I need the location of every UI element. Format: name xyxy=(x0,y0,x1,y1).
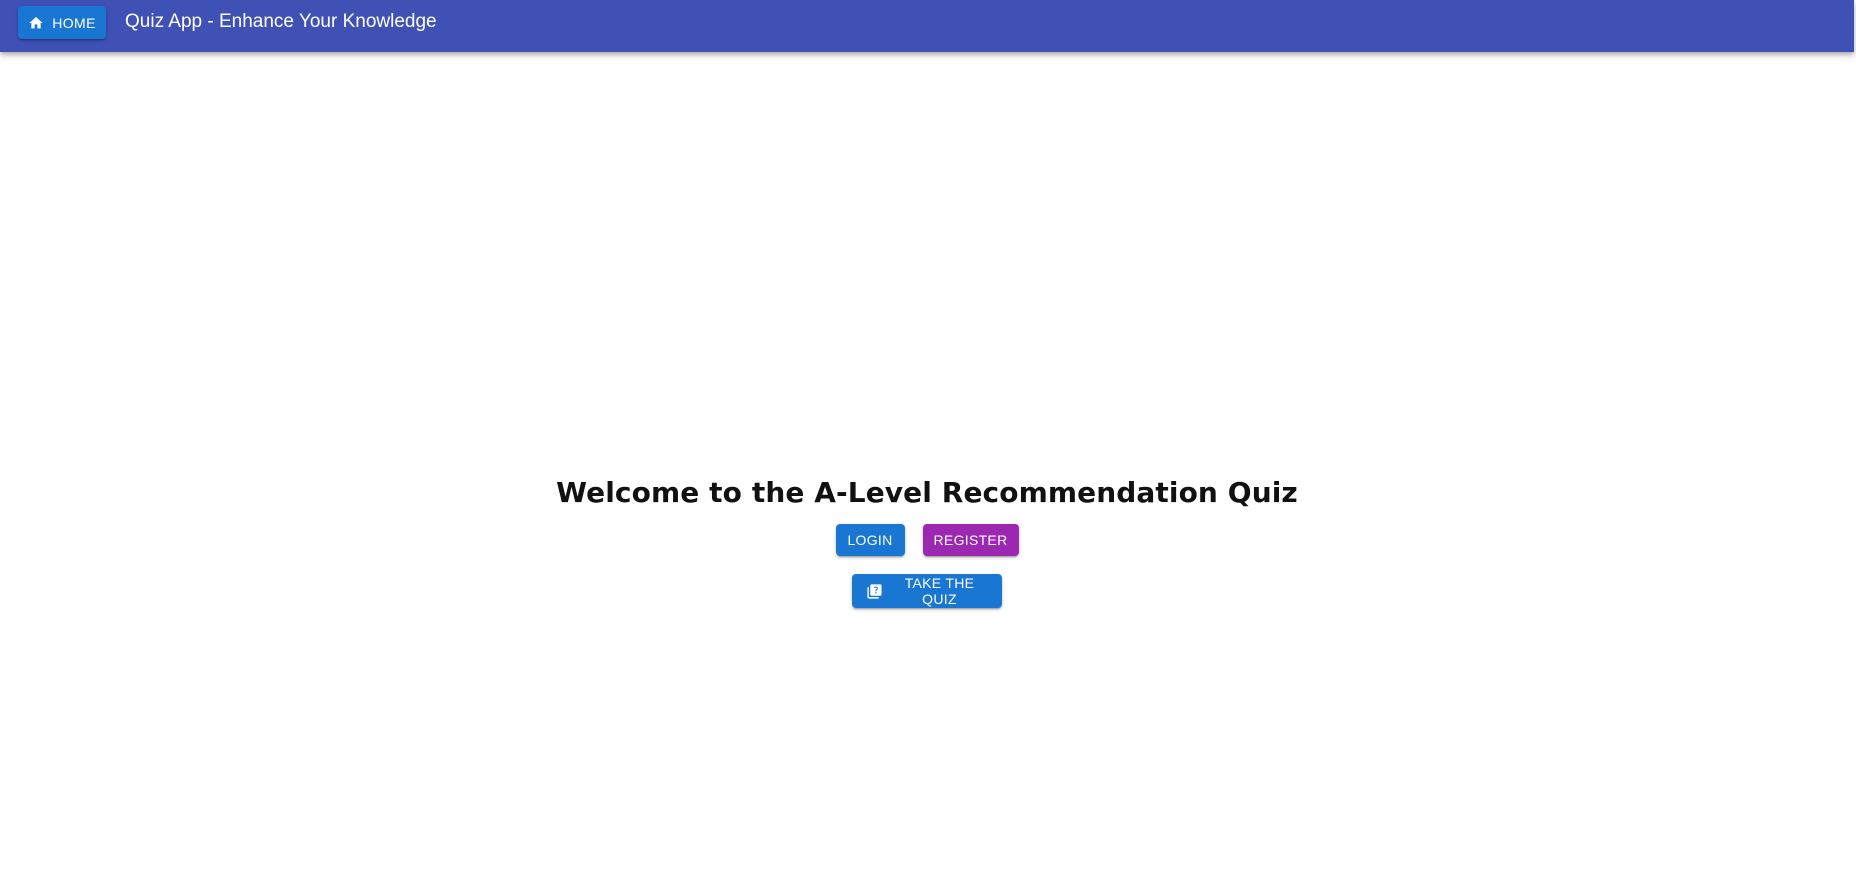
app-bar: HOME Quiz App - Enhance Your Knowledge xyxy=(0,0,1854,52)
home-icon xyxy=(28,15,44,31)
register-button[interactable]: REGISTER xyxy=(922,524,1019,556)
main-content: Welcome to the A-Level Recommendation Qu… xyxy=(0,470,1854,608)
take-quiz-label: TAKE THE QUIZ xyxy=(904,575,975,607)
page: HOME Quiz App - Enhance Your Knowledge W… xyxy=(0,0,1856,894)
auth-buttons: LOGIN REGISTER xyxy=(835,524,1019,556)
quiz-icon xyxy=(866,583,883,600)
home-button-label: HOME xyxy=(52,14,96,31)
page-title: Welcome to the A-Level Recommendation Qu… xyxy=(556,476,1298,509)
app-title: Quiz App - Enhance Your Knowledge xyxy=(125,11,437,32)
take-quiz-button[interactable]: TAKE THE QUIZ xyxy=(852,574,1002,608)
login-button[interactable]: LOGIN xyxy=(835,524,905,556)
home-button[interactable]: HOME xyxy=(18,6,106,39)
